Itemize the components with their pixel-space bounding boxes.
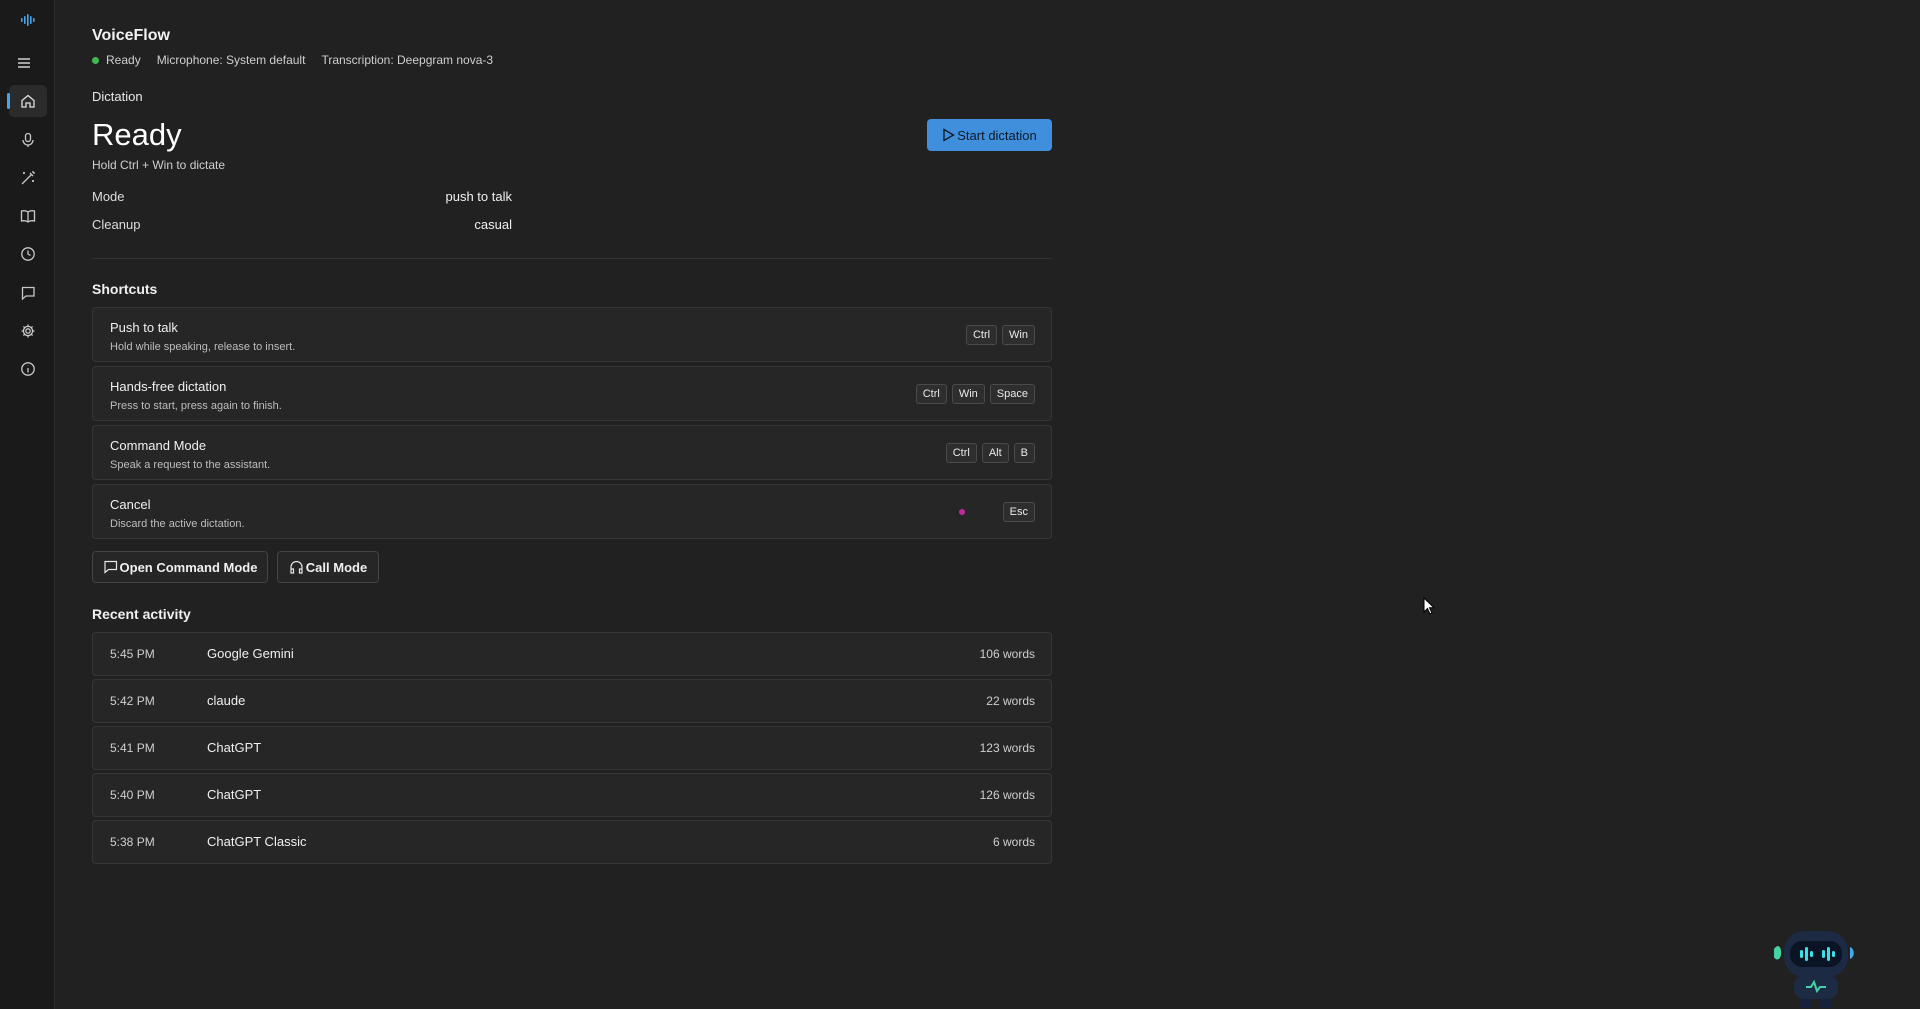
- recent-activity-heading: Recent activity: [92, 606, 191, 622]
- open-command-mode-button[interactable]: Open Command Mode: [92, 551, 268, 583]
- nav-home[interactable]: [7, 85, 47, 117]
- mode-label: Mode: [92, 189, 125, 204]
- home-icon: [21, 94, 35, 108]
- nav-about[interactable]: [9, 353, 47, 385]
- divider: [92, 258, 1052, 259]
- menu-icon[interactable]: [5, 47, 43, 79]
- key-badge: Alt: [981, 443, 1009, 463]
- shortcut-description: Press to start, press again to finish.: [110, 400, 282, 412]
- shortcut-card-cancel: Cancel Discard the active dictation. Esc: [92, 484, 1052, 539]
- activity-time: 5:45 PM: [110, 647, 155, 661]
- call-mode-label: Call Mode: [305, 559, 368, 575]
- key-badge: Space: [989, 384, 1035, 404]
- shortcut-keys[interactable]: Esc: [1002, 502, 1035, 522]
- microphone-status: Microphone: System default: [156, 53, 306, 67]
- activity-row[interactable]: 5:38 PM ChatGPT Classic 6 words: [92, 820, 1052, 864]
- app-title: VoiceFlow: [92, 27, 170, 44]
- status-bar: Ready Microphone: System default Transcr…: [92, 53, 493, 67]
- chat-icon: [103, 560, 117, 574]
- nav-dictation[interactable]: [9, 124, 47, 156]
- nav-dictionary[interactable]: [9, 200, 47, 232]
- shortcut-keys[interactable]: Ctrl Alt B: [945, 443, 1035, 463]
- activity-row[interactable]: 5:45 PM Google Gemini 106 words: [92, 632, 1052, 676]
- gear-icon: [21, 324, 35, 338]
- activity-time: 5:40 PM: [110, 788, 155, 802]
- nav-settings[interactable]: [9, 315, 47, 347]
- activity-app: ChatGPT Classic: [207, 834, 307, 849]
- activity-word-count: 106 words: [979, 647, 1035, 661]
- mode-value: push to talk: [445, 189, 513, 204]
- status-dot-icon: [92, 56, 99, 64]
- key-badge: Ctrl: [915, 384, 947, 404]
- shortcut-title: Cancel: [110, 497, 151, 512]
- key-badge: B: [1013, 443, 1035, 463]
- start-dictation-label: Start dictation: [957, 127, 1037, 143]
- key-badge: Esc: [1002, 502, 1035, 522]
- info-icon: [21, 362, 35, 376]
- key-badge: Ctrl: [965, 325, 998, 345]
- activity-app: ChatGPT: [207, 740, 262, 755]
- mouse-cursor-icon: [1423, 597, 1435, 615]
- magic-wand-icon: [21, 171, 35, 185]
- activity-row[interactable]: 5:40 PM ChatGPT 126 words: [92, 773, 1052, 817]
- key-badge: Win: [1002, 325, 1035, 345]
- activity-word-count: 123 words: [979, 741, 1035, 755]
- nav-chat[interactable]: [9, 277, 47, 309]
- activity-app: claude: [207, 693, 246, 708]
- sidebar: [0, 0, 55, 1009]
- shortcut-description: Discard the active dictation.: [110, 518, 245, 530]
- shortcut-keys[interactable]: Ctrl Win: [965, 325, 1035, 345]
- microphone-icon: [22, 132, 34, 147]
- shortcut-description: Speak a request to the assistant.: [110, 459, 271, 471]
- cleanup-value: casual: [474, 217, 512, 232]
- dictation-section-label: Dictation: [92, 89, 143, 104]
- call-mode-button[interactable]: Call Mode: [277, 551, 379, 583]
- book-icon: [20, 210, 36, 223]
- activity-time: 5:38 PM: [110, 835, 155, 849]
- status-text: Ready: [106, 53, 141, 67]
- clock-icon: [21, 247, 35, 261]
- dictation-state: Ready: [92, 117, 182, 152]
- activity-app: Google Gemini: [207, 646, 294, 661]
- transcription-status: Transcription: Deepgram nova-3: [321, 53, 494, 67]
- dictation-hint: Hold Ctrl + Win to dictate: [92, 158, 226, 172]
- cleanup-label: Cleanup: [92, 217, 141, 232]
- shortcut-card-hands-free: Hands-free dictation Press to start, pre…: [92, 366, 1052, 421]
- shortcut-card-push-to-talk: Push to talk Hold while speaking, releas…: [92, 307, 1052, 362]
- activity-word-count: 22 words: [986, 694, 1035, 708]
- headphones-icon: [290, 560, 303, 574]
- activity-app: ChatGPT: [207, 787, 262, 802]
- shortcut-description: Hold while speaking, release to insert.: [110, 341, 296, 353]
- app-logo-icon: [9, 4, 47, 36]
- shortcuts-heading: Shortcuts: [92, 281, 158, 297]
- shortcut-title: Push to talk: [110, 320, 178, 335]
- shortcut-keys[interactable]: Ctrl Win Space: [915, 384, 1035, 404]
- key-badge: Win: [951, 384, 985, 404]
- activity-time: 5:42 PM: [110, 694, 155, 708]
- nav-history[interactable]: [9, 238, 47, 270]
- activity-row[interactable]: 5:42 PM claude 22 words: [92, 679, 1052, 723]
- shortcut-title: Hands-free dictation: [110, 379, 227, 394]
- start-dictation-button[interactable]: Start dictation: [927, 119, 1052, 151]
- chat-icon: [21, 286, 35, 301]
- open-command-mode-label: Open Command Mode: [119, 559, 258, 575]
- recording-indicator-dot: [959, 509, 965, 515]
- activity-word-count: 6 words: [992, 835, 1035, 849]
- play-icon: [943, 128, 956, 142]
- activity-row[interactable]: 5:41 PM ChatGPT 123 words: [92, 726, 1052, 770]
- shortcut-title: Command Mode: [110, 438, 207, 453]
- activity-time: 5:41 PM: [110, 741, 155, 755]
- shortcut-card-command-mode: Command Mode Speak a request to the assi…: [92, 425, 1052, 480]
- assistant-robot-icon[interactable]: [1770, 917, 1860, 1009]
- key-badge: Ctrl: [945, 443, 977, 463]
- activity-word-count: 126 words: [979, 788, 1035, 802]
- nav-cleanup[interactable]: [9, 162, 47, 194]
